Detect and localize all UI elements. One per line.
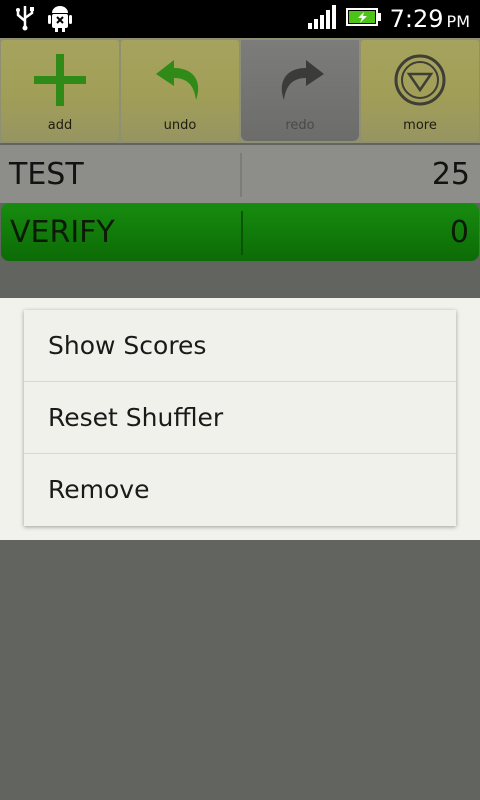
redo-icon xyxy=(281,60,324,100)
android-debug-icon xyxy=(48,5,72,37)
more-button[interactable]: more xyxy=(361,40,479,141)
menu-item-remove[interactable]: Remove xyxy=(24,454,456,526)
undo-button[interactable]: undo xyxy=(121,40,239,141)
list-item-selected[interactable]: VERIFY 0 xyxy=(1,203,479,261)
add-label: add xyxy=(47,118,73,133)
list-item[interactable]: TEST 25 xyxy=(0,145,480,203)
player-score: 25 xyxy=(431,157,470,192)
toolbar: add undo redo more xyxy=(0,38,480,143)
column-divider xyxy=(240,153,242,197)
clock-ampm: PM xyxy=(446,12,470,31)
usb-icon xyxy=(14,5,36,37)
signal-icon xyxy=(307,5,338,33)
redo-label: redo xyxy=(285,118,315,133)
player-name: TEST xyxy=(9,157,84,192)
more-label: more xyxy=(403,118,437,133)
player-list: TEST 25 VERIFY 0 xyxy=(0,145,480,261)
menu-item-reset-shuffler[interactable]: Reset Shuffler xyxy=(24,382,456,454)
status-bar: 7:29 PM xyxy=(0,0,480,38)
redo-button[interactable]: redo xyxy=(241,40,359,141)
battery-charging-icon xyxy=(345,7,382,31)
undo-label: undo xyxy=(163,118,197,133)
column-divider xyxy=(241,211,243,255)
undo-icon xyxy=(156,60,199,100)
player-name: VERIFY xyxy=(10,215,115,250)
clock-time: 7:29 xyxy=(389,5,444,33)
context-menu-panel: Show Scores Reset Shuffler Remove xyxy=(0,298,480,540)
player-score: 0 xyxy=(449,215,469,250)
clock: 7:29 PM xyxy=(390,5,470,33)
plus-icon xyxy=(34,54,86,106)
context-menu: Show Scores Reset Shuffler Remove xyxy=(24,310,456,526)
more-icon xyxy=(394,54,446,106)
menu-item-show-scores[interactable]: Show Scores xyxy=(24,310,456,382)
add-button[interactable]: add xyxy=(1,40,119,141)
